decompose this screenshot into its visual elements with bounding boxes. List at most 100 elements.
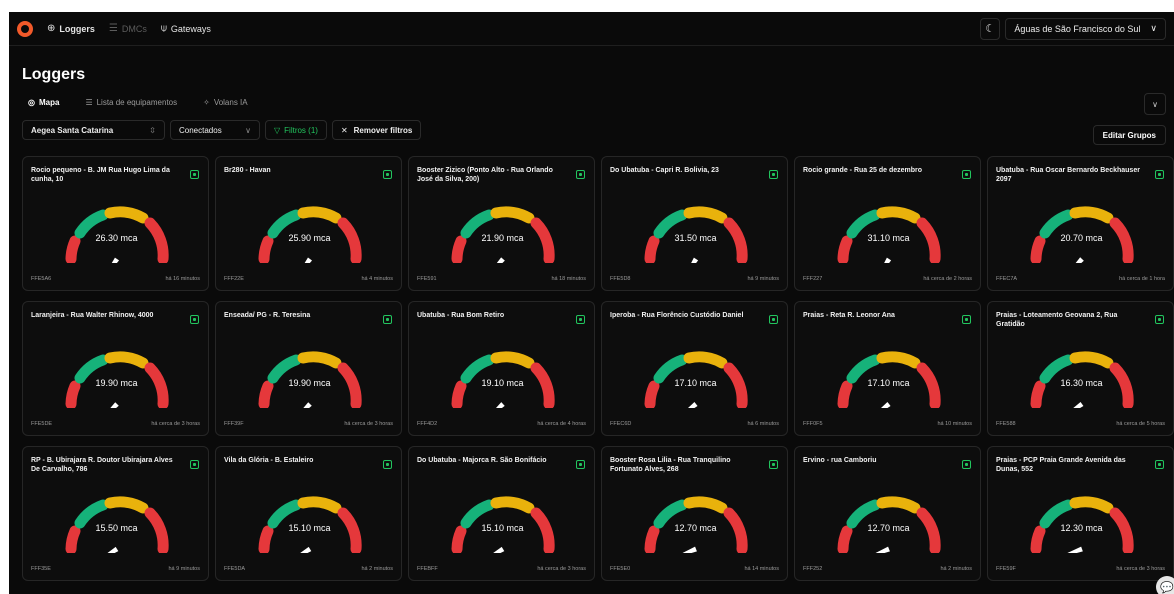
- pressure-gauge: [451, 496, 555, 553]
- pressure-gauge: [258, 351, 362, 408]
- logger-footer: FFF22E há 4 minutos: [224, 276, 393, 282]
- logger-card[interactable]: Do Ubatuba - Capri R. Bolivia, 23 31.50 …: [601, 156, 788, 291]
- chip-icon: ⊕: [47, 23, 56, 34]
- pressure-gauge: [1030, 351, 1134, 408]
- logger-id: FFE588: [996, 421, 1016, 427]
- logger-card[interactable]: RP - B. Ubirajara R. Doutor Ubirajara Al…: [22, 446, 209, 581]
- gauge-segment-good: [876, 351, 921, 369]
- organization-select[interactable]: Águas de São Francisco do Sul ∨: [1005, 17, 1166, 40]
- logger-footer: FFEBFF há cerca de 3 horas: [417, 566, 586, 572]
- nav-item-dmcs[interactable]: ☰ DMCs: [109, 23, 147, 34]
- logger-card[interactable]: Rocio pequeno - B. JM Rua Hugo Lima da c…: [22, 156, 209, 291]
- logger-footer: FFF227 há cerca de 2 horas: [803, 276, 972, 282]
- logger-card[interactable]: Praias - Reta R. Leonor Ana 17.10 mca FF…: [794, 301, 981, 436]
- gauge-segment-low: [451, 235, 467, 263]
- pressure-gauge: [837, 496, 941, 553]
- gauge-segment-mid: [653, 354, 688, 384]
- chip-icon: [576, 460, 585, 469]
- chip-icon: [962, 315, 971, 324]
- region-value: Aegea Santa Catarina: [31, 125, 114, 135]
- remove-filters-button[interactable]: ✕ Remover filtros: [331, 120, 422, 140]
- nav-item-loggers[interactable]: ⊕ Loggers: [47, 23, 95, 34]
- logger-card[interactable]: Vila da Glória - B. Estaleiro 15.10 mca …: [215, 446, 402, 581]
- logger-card[interactable]: Do Ubatuba - Majorca R. São Bonifácio 15…: [408, 446, 595, 581]
- gauge-segment-mid: [846, 354, 881, 384]
- logger-card[interactable]: Booster Rosa Lilia - Rua Tranquilino For…: [601, 446, 788, 581]
- gauge-segment-good: [683, 206, 728, 224]
- logger-title: Ubatuba - Rua Oscar Bernardo Beckhauser …: [996, 167, 1140, 183]
- gauge-value: 20.70 mca: [1060, 233, 1103, 243]
- tab-lista-de-equipamentos[interactable]: ☰ Lista de equipamentos: [79, 94, 183, 111]
- gauge-segment-good: [104, 206, 149, 224]
- last-update: há 9 minutos: [168, 566, 201, 572]
- gauge-needle: [284, 546, 312, 553]
- logger-card[interactable]: Iperoba - Rua Florêncio Custódio Daniel …: [601, 301, 788, 436]
- gauge-segment-low: [65, 380, 81, 408]
- gauge-needle: [861, 546, 890, 553]
- gauge-segment-low: [258, 380, 274, 408]
- gauge-value: 19.90 mca: [95, 378, 138, 388]
- logger-title: RP - B. Ubirajara R. Doutor Ubirajara Al…: [31, 457, 173, 473]
- logger-card[interactable]: Booster Zizico (Ponto Alto - Rua Orlando…: [408, 156, 595, 291]
- gauge-segment-mid: [1039, 209, 1074, 239]
- logger-card[interactable]: Rocio grande - Rua 25 de dezembro 31.10 …: [794, 156, 981, 291]
- collapse-button[interactable]: ∨: [1144, 93, 1166, 115]
- logger-card[interactable]: Praias - PCP Praia Grande Avenida das Du…: [987, 446, 1174, 581]
- gauge-segment-mid: [653, 209, 688, 239]
- logger-title: Rocio pequeno - B. JM Rua Hugo Lima da c…: [31, 167, 170, 183]
- logger-footer: FFE5DE há cerca de 3 horas: [31, 421, 200, 427]
- last-update: há 14 minutos: [744, 566, 779, 572]
- logger-title: Laranjeira - Rua Walter Rhinow, 4000: [31, 312, 154, 319]
- logger-id: FFF39F: [224, 421, 244, 427]
- gauge-needle: [91, 546, 119, 553]
- logger-footer: FFE59F há cerca de 3 horas: [996, 566, 1165, 572]
- chevron-down-icon: ∨: [1150, 23, 1157, 33]
- logger-id: FFF35E: [31, 566, 51, 572]
- sparkle-icon: ✧: [203, 98, 210, 107]
- gauge-segment-mid: [846, 209, 881, 239]
- logger-id: FFF227: [803, 276, 823, 282]
- chip-icon: [190, 460, 199, 469]
- logger-title: Booster Rosa Lilia - Rua Tranquilino For…: [610, 457, 731, 473]
- logger-card[interactable]: Ubatuba - Rua Bom Retiro 19.10 mca FFF4D…: [408, 301, 595, 436]
- region-select[interactable]: Aegea Santa Catarina ⇳: [22, 120, 165, 140]
- pressure-gauge: [451, 351, 555, 408]
- filters-button[interactable]: ▽ Filtros (1): [265, 120, 327, 140]
- tab-volans-ia[interactable]: ✧ Volans IA: [197, 94, 254, 111]
- chevron-down-icon: ∨: [245, 125, 251, 135]
- page-header: Loggers ◎ Mapa ☰ Lista de equipamentos ✧…: [9, 46, 1174, 111]
- logger-card[interactable]: Laranjeira - Rua Walter Rhinow, 4000 19.…: [22, 301, 209, 436]
- updown-icon: ⇳: [149, 125, 156, 135]
- tab-label: Volans IA: [213, 98, 248, 107]
- chat-button[interactable]: 💬: [1156, 576, 1174, 594]
- logo[interactable]: [17, 20, 33, 37]
- chip-icon: [1155, 460, 1164, 469]
- logger-id: FFE5DE: [31, 421, 53, 427]
- gauge-value: 21.90 mca: [481, 233, 524, 243]
- gauge-segment-low: [837, 525, 853, 553]
- nav-item-label: DMCs: [121, 23, 147, 34]
- tab-label: Lista de equipamentos: [96, 98, 178, 107]
- map-pin-icon: ◎: [28, 98, 35, 107]
- chip-icon: [1155, 170, 1164, 179]
- gauge-value: 17.10 mca: [867, 378, 910, 388]
- nav-item-gateways[interactable]: ⍦ Gateways: [161, 23, 211, 34]
- logger-footer: FFF4D2 há cerca de 4 horas: [417, 421, 586, 427]
- tab-mapa[interactable]: ◎ Mapa: [22, 94, 65, 111]
- logger-card[interactable]: Praias - Loteamento Geovana 2, Rua Grati…: [987, 301, 1174, 436]
- logger-card[interactable]: Br280 - Havan 25.90 mca FFF22E há 4 minu…: [215, 156, 402, 291]
- gauge-segment-low: [258, 235, 274, 263]
- logger-card[interactable]: Ubatuba - Rua Oscar Bernardo Beckhauser …: [987, 156, 1174, 291]
- gauge-segment-mid: [267, 209, 302, 239]
- gauge-needle: [482, 257, 505, 263]
- gauge-needle: [99, 257, 120, 263]
- connection-select[interactable]: Conectados ∨: [170, 120, 260, 140]
- chip-icon: [576, 170, 585, 179]
- logger-card[interactable]: Ervino - rua Camboriu 12.70 mca FFF252 h…: [794, 446, 981, 581]
- logger-card[interactable]: Enseada/ PG - R. Teresina 19.90 mca FFF3…: [215, 301, 402, 436]
- pressure-gauge: [451, 206, 555, 263]
- edit-groups-button[interactable]: Editar Grupos: [1092, 125, 1166, 145]
- gauge-needle: [481, 402, 505, 408]
- theme-toggle-button[interactable]: ☾: [980, 17, 1001, 40]
- logger-footer: FFEC7A há cerca de 1 hora: [996, 276, 1165, 282]
